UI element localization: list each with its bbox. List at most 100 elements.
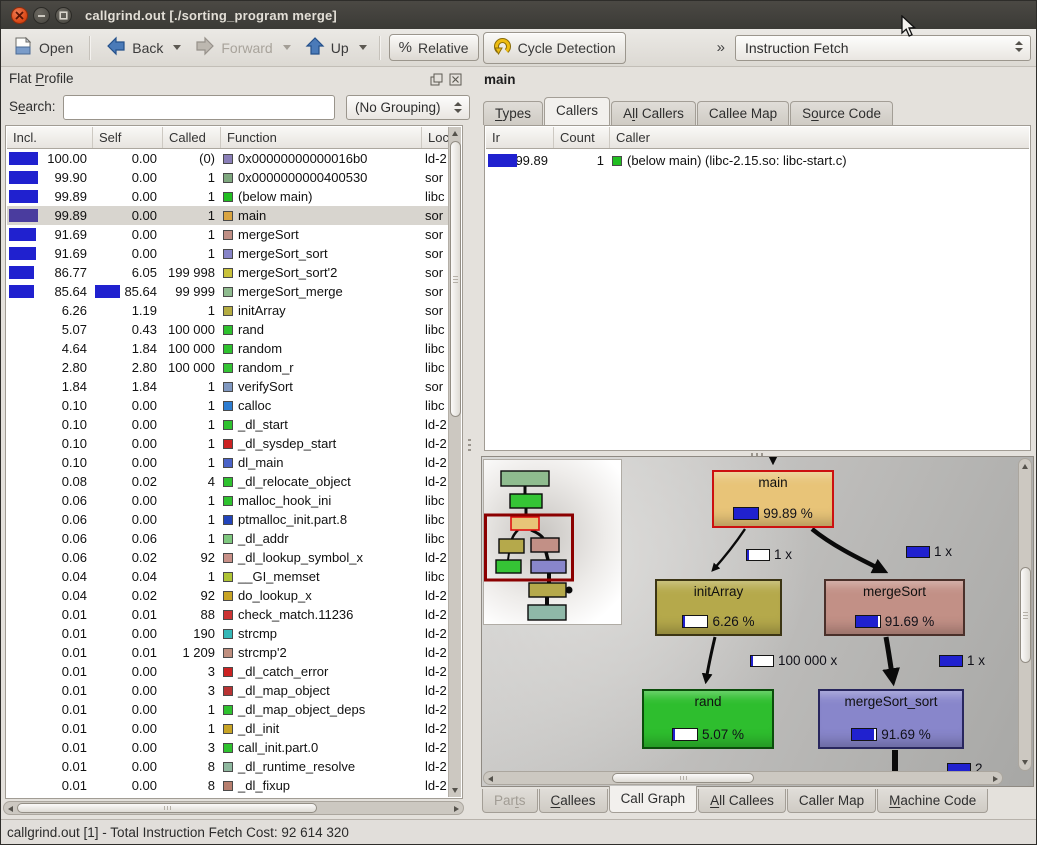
table-row[interactable]: 99.890.001(below main)libc bbox=[7, 187, 448, 206]
tab-caller-map[interactable]: Caller Map bbox=[787, 789, 876, 813]
table-row[interactable]: 0.080.024_dl_relocate_objectld-2 bbox=[7, 472, 448, 491]
tab-callees[interactable]: Callees bbox=[539, 789, 608, 813]
table-row[interactable]: 0.060.001ptmalloc_init.part.8libc bbox=[7, 510, 448, 529]
column-header-called[interactable]: Called bbox=[163, 127, 221, 148]
scroll-left-icon[interactable] bbox=[488, 776, 493, 782]
tab-all-callers[interactable]: All Callers bbox=[611, 101, 696, 125]
scrollbar-thumb[interactable] bbox=[1020, 567, 1031, 663]
tab-callers[interactable]: Callers bbox=[544, 97, 610, 125]
tab-types[interactable]: Types bbox=[483, 101, 543, 125]
table-header[interactable]: Incl. Self Called Function Loc bbox=[7, 127, 448, 149]
tab-machine-code[interactable]: Machine Code bbox=[877, 789, 988, 813]
table-row[interactable]: 1.841.841verifySortsor bbox=[7, 377, 448, 396]
scrollbar-thumb[interactable] bbox=[17, 803, 317, 813]
self-cell: 0.06 bbox=[93, 529, 163, 548]
tab-source-code[interactable]: Source Code bbox=[790, 101, 893, 125]
scroll-up-icon[interactable] bbox=[452, 131, 458, 136]
graph-overview-minimap[interactable] bbox=[483, 459, 622, 625]
table-row[interactable]: 0.060.0292_dl_lookup_symbol_xld-2 bbox=[7, 548, 448, 567]
column-header-self[interactable]: Self bbox=[93, 127, 163, 148]
scroll-down-icon[interactable] bbox=[1022, 760, 1028, 765]
scroll-right-icon[interactable] bbox=[454, 806, 459, 812]
horizontal-scrollbar[interactable] bbox=[3, 801, 464, 815]
table-row[interactable]: 86.776.05199 998mergeSort_sort'2sor bbox=[7, 263, 448, 282]
self-cell: 0.00 bbox=[93, 757, 163, 776]
location-cell: sor bbox=[422, 206, 448, 225]
table-row[interactable]: 0.010.011 209strcmp'2ld-2 bbox=[7, 643, 448, 662]
up-dropdown-icon[interactable] bbox=[359, 45, 367, 50]
table-row[interactable]: 5.070.43100 000randlibc bbox=[7, 320, 448, 339]
graph-node-rand[interactable]: rand5.07 % bbox=[642, 689, 774, 749]
table-row[interactable]: 0.060.061_dl_addrlibc bbox=[7, 529, 448, 548]
search-input[interactable] bbox=[63, 95, 335, 120]
table-row[interactable]: 0.100.001_dl_sysdep_startld-2 bbox=[7, 434, 448, 453]
table-row[interactable]: 0.010.003_dl_map_objectld-2 bbox=[7, 681, 448, 700]
tab-call-graph[interactable]: Call Graph bbox=[609, 786, 698, 813]
scroll-right-icon[interactable] bbox=[993, 776, 998, 782]
toolbar-overflow-icon[interactable]: » bbox=[717, 39, 725, 56]
open-button[interactable]: Open bbox=[5, 33, 82, 62]
table-row[interactable]: 0.100.001calloclibc bbox=[7, 396, 448, 415]
table-row[interactable]: 0.010.0188check_match.11236ld-2 bbox=[7, 605, 448, 624]
table-row[interactable]: 0.100.001dl_mainld-2 bbox=[7, 453, 448, 472]
float-dock-icon[interactable] bbox=[430, 73, 443, 86]
table-row[interactable]: 0.040.0292do_lookup_xld-2 bbox=[7, 586, 448, 605]
tab-callee-map[interactable]: Callee Map bbox=[697, 101, 789, 125]
close-dock-icon[interactable] bbox=[449, 73, 462, 86]
table-row[interactable]: 85.6485.6499 999mergeSort_mergesor bbox=[7, 282, 448, 301]
table-row[interactable]: 91.690.001mergeSortsor bbox=[7, 225, 448, 244]
scroll-down-icon[interactable] bbox=[452, 788, 458, 793]
table-row[interactable]: 0.100.001_dl_startld-2 bbox=[7, 415, 448, 434]
table-row[interactable]: 6.261.191initArraysor bbox=[7, 301, 448, 320]
vertical-scrollbar[interactable] bbox=[448, 127, 461, 797]
scrollbar-thumb[interactable] bbox=[612, 773, 754, 783]
scroll-left-icon[interactable] bbox=[8, 806, 13, 812]
cycle-detection-button[interactable]: Cycle Detection bbox=[483, 32, 626, 64]
table-row[interactable]: 2.802.80100 000random_rlibc bbox=[7, 358, 448, 377]
table-row[interactable]: 0.010.003_dl_catch_errorld-2 bbox=[7, 662, 448, 681]
event-type-select[interactable]: Instruction Fetch bbox=[735, 35, 1031, 61]
column-header-ir[interactable]: Ir bbox=[486, 127, 554, 148]
relative-toggle-button[interactable]: % Relative bbox=[389, 34, 479, 61]
tab-all-callees[interactable]: All Callees bbox=[698, 789, 786, 813]
table-row[interactable]: 100.000.00(0)0x00000000000016b0ld-2 bbox=[7, 149, 448, 168]
table-row[interactable]: 0.010.003call_init.part.0ld-2 bbox=[7, 738, 448, 757]
maximize-icon[interactable] bbox=[55, 7, 72, 24]
scrollbar-thumb[interactable] bbox=[450, 141, 461, 417]
table-row[interactable]: 0.010.008_dl_runtime_resolveld-2 bbox=[7, 757, 448, 776]
table-row[interactable]: 0.010.00190strcmpld-2 bbox=[7, 624, 448, 643]
table-row[interactable]: 99.891(below main) (libc-2.15.so: libc-s… bbox=[486, 151, 1029, 171]
call-graph-canvas[interactable]: main99.89 % initArray6.26 % mergeSort91.69… bbox=[482, 457, 1019, 772]
graph-node-mergeSort[interactable]: mergeSort91.69 % bbox=[824, 579, 965, 636]
graph-node-initArray[interactable]: initArray6.26 % bbox=[655, 579, 782, 636]
close-icon[interactable] bbox=[11, 7, 28, 24]
titlebar[interactable]: callgrind.out [./sorting_program merge] bbox=[1, 1, 1036, 29]
vertical-scrollbar[interactable] bbox=[1018, 458, 1032, 771]
forward-dropdown-icon[interactable] bbox=[283, 45, 291, 50]
column-header-caller[interactable]: Caller bbox=[610, 127, 1029, 148]
table-row[interactable]: 0.040.041__GI_memsetlibc bbox=[7, 567, 448, 586]
forward-button[interactable]: Forward bbox=[186, 32, 281, 63]
table-row[interactable]: 99.890.001mainsor bbox=[7, 206, 448, 225]
table-row[interactable]: 99.900.0010x0000000000400530sor bbox=[7, 168, 448, 187]
column-header-location[interactable]: Loc bbox=[422, 127, 448, 148]
table-row[interactable]: 4.641.84100 000randomlibc bbox=[7, 339, 448, 358]
column-header-count[interactable]: Count bbox=[554, 127, 610, 148]
column-header-incl[interactable]: Incl. bbox=[7, 127, 93, 148]
up-button[interactable]: Up bbox=[296, 32, 358, 63]
table-header[interactable]: Ir Count Caller bbox=[486, 127, 1029, 149]
table-row[interactable]: 0.010.008_dl_fixupld-2 bbox=[7, 776, 448, 795]
table-row[interactable]: 0.060.001malloc_hook_inilibc bbox=[7, 491, 448, 510]
back-dropdown-icon[interactable] bbox=[173, 45, 181, 50]
column-header-function[interactable]: Function bbox=[221, 127, 422, 148]
horizontal-scrollbar[interactable] bbox=[483, 771, 1003, 785]
scroll-up-icon[interactable] bbox=[1022, 464, 1028, 469]
graph-node-main[interactable]: main99.89 % bbox=[712, 470, 834, 528]
minimize-icon[interactable] bbox=[33, 7, 50, 24]
graph-node-mergeSort_sort[interactable]: mergeSort_sort91.69 % bbox=[818, 689, 964, 749]
table-row[interactable]: 91.690.001mergeSort_sortsor bbox=[7, 244, 448, 263]
back-button[interactable]: Back bbox=[97, 32, 172, 63]
table-row[interactable]: 0.010.001_dl_map_object_depsld-2 bbox=[7, 700, 448, 719]
grouping-select[interactable]: (No Grouping) bbox=[346, 95, 470, 120]
table-row[interactable]: 0.010.001_dl_initld-2 bbox=[7, 719, 448, 738]
